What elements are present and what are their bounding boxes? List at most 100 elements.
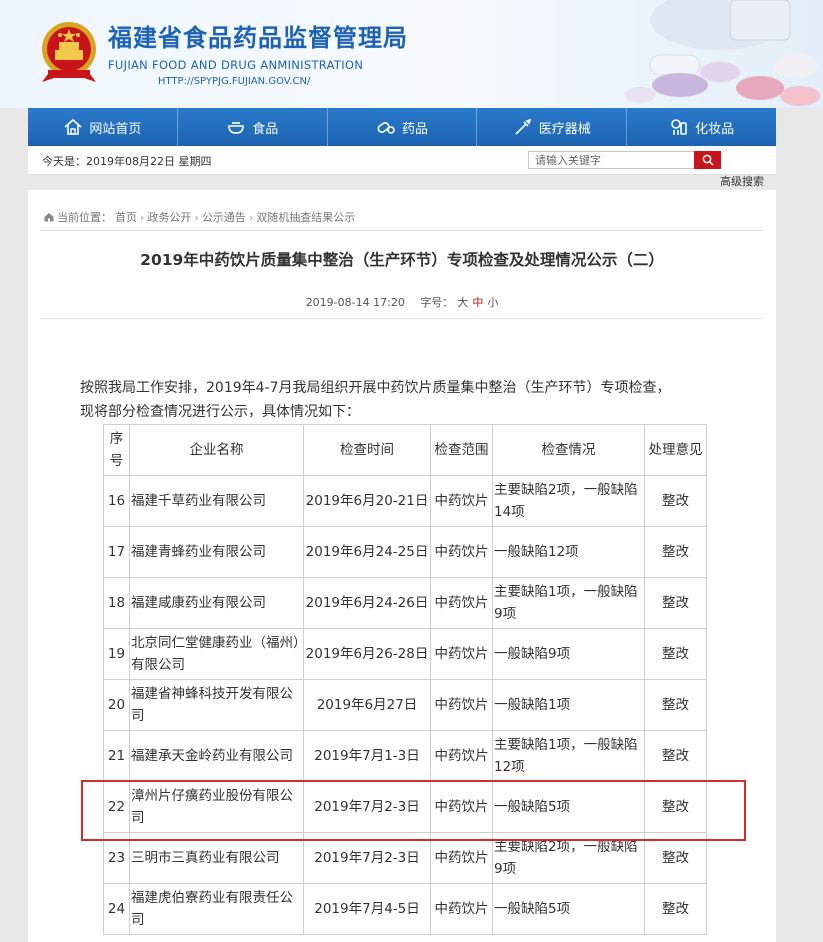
cell-time: 2019年7月2-3日	[303, 781, 431, 833]
nav-label: 药品	[401, 121, 428, 137]
cell-no: 17	[103, 526, 130, 578]
national-emblem-icon	[42, 22, 96, 82]
search-input[interactable]	[528, 151, 706, 169]
cell-findings: 一般缺陷1项	[492, 679, 645, 731]
cell-no: 22	[103, 781, 130, 833]
cell-time: 2019年7月4-5日	[303, 883, 431, 935]
cell-time: 2019年6月26-28日	[303, 628, 431, 680]
col-header-scope: 检查范围	[430, 424, 493, 476]
nav-item-cosmetics[interactable]: 化妆品	[627, 108, 776, 146]
font-size-large[interactable]: 大	[457, 296, 468, 309]
table-row: 21 福建承天金岭药业有限公司 2019年7月1-3日 中药饮片 主要缺陷1项，…	[103, 730, 707, 782]
cell-scope: 中药饮片	[430, 883, 493, 935]
site-header: 福建省食品药品监督管理局 FUJIAN FOOD AND DRUG ANMINI…	[0, 0, 823, 108]
article-panel: 当前位置： 首页 › 政务公开 › 公示通告 › 双随机抽查结果公示 2019年…	[28, 190, 776, 942]
cell-company: 福建千草药业有限公司	[129, 475, 304, 527]
cell-scope: 中药饮片	[430, 832, 493, 884]
intro-paragraph: 按照我局工作安排，2019年4-7月我局组织开展中药饮片质量集中整治（生产环节）…	[80, 376, 740, 400]
col-header-action: 处理意见	[644, 424, 707, 476]
breadcrumb-prefix: 当前位置：	[57, 211, 112, 224]
nav-label: 化妆品	[695, 121, 735, 137]
col-header-company: 企业名称	[129, 424, 304, 476]
cell-company: 福建咸康药业有限公司	[129, 577, 304, 629]
table-header-row: 序号 企业名称 检查时间 检查范围 检查情况 处理意见	[103, 424, 707, 476]
site-title-english: FUJIAN FOOD AND DRUG ANMINISTRATION	[108, 58, 364, 72]
inspection-table: 序号 企业名称 检查时间 检查范围 检查情况 处理意见 16 福建千草药业有限公…	[103, 424, 707, 935]
article-title: 2019年中药饮片质量集中整治（生产环节）专项检查及处理情况公示（二）	[140, 251, 664, 269]
cell-action: 整改	[644, 832, 707, 884]
breadcrumb-gov-affairs[interactable]: 政务公开	[147, 209, 191, 225]
cell-action: 整改	[644, 475, 707, 527]
search-icon	[702, 154, 714, 166]
table-row: 16 福建千草药业有限公司 2019年6月20-21日 中药饮片 主要缺陷2项，…	[103, 475, 707, 527]
cell-action: 整改	[644, 781, 707, 833]
nav-label: 食品	[252, 121, 279, 137]
cell-company: 福建青蜂药业有限公司	[129, 526, 304, 578]
cell-company: 福建承天金岭药业有限公司	[129, 730, 304, 782]
cell-findings: 主要缺陷1项，一般缺陷12项	[492, 730, 645, 782]
date-search-bar: 今天是：2019年08月22日 星期四	[28, 146, 776, 175]
breadcrumb-separator: ›	[248, 210, 254, 224]
syringe-icon	[515, 118, 532, 135]
cell-findings: 一般缺陷9项	[492, 628, 645, 680]
table-row: 18 福建咸康药业有限公司 2019年6月24-26日 中药饮片 主要缺陷1项，…	[103, 577, 707, 629]
cell-time: 2019年6月24-26日	[303, 577, 431, 629]
table-row: 24 福建虎伯寮药业有限责任公司 2019年7月4-5日 中药饮片 一般缺陷5项…	[103, 883, 707, 935]
article-meta: 2019-08-14 17:20 字号：大中小	[28, 294, 776, 310]
cell-findings: 一般缺陷5项	[492, 781, 645, 833]
font-size-medium[interactable]: 中	[472, 296, 483, 309]
cell-findings: 主要缺陷1项，一般缺陷9项	[492, 577, 645, 629]
cell-findings: 一般缺陷5项	[492, 883, 645, 935]
breadcrumb-notices[interactable]: 公示通告	[202, 209, 246, 225]
breadcrumb-separator: ›	[140, 210, 145, 224]
font-size-small[interactable]: 小	[487, 296, 498, 309]
cell-scope: 中药饮片	[430, 577, 493, 629]
nav-item-home[interactable]: 网站首页	[28, 108, 178, 146]
nav-item-medical-devices[interactable]: 医疗器械	[477, 108, 628, 146]
cell-action: 整改	[644, 628, 707, 680]
pills-banner-image	[624, 0, 820, 106]
home-icon	[64, 118, 82, 135]
bowl-icon	[228, 122, 244, 134]
cell-action: 整改	[644, 577, 707, 629]
nav-item-food[interactable]: 食品	[178, 108, 328, 146]
site-title: 福建省食品药品监督管理局	[108, 23, 408, 52]
nav-label: 网站首页	[89, 121, 142, 137]
table-row: 19 北京同仁堂健康药业（福州）有限公司 2019年6月26-28日 中药饮片 …	[103, 628, 707, 680]
table-row: 20 福建省神蜂科技开发有限公司 2019年6月27日 中药饮片 一般缺陷1项 …	[103, 679, 707, 731]
font-size-label: 字号：	[420, 296, 454, 309]
intro-line-1: 按照我局工作安排，2019年4-7月我局组织开展中药饮片质量集中整治（生产环节）…	[80, 380, 671, 396]
cell-scope: 中药饮片	[430, 475, 493, 527]
today-date: 今天是：2019年08月22日 星期四	[42, 155, 212, 168]
cell-findings: 主要缺陷2项，一般缺陷14项	[492, 475, 645, 527]
meta-divider	[40, 318, 764, 319]
breadcrumb-home[interactable]: 首页	[115, 209, 137, 225]
cell-no: 19	[103, 628, 130, 680]
cell-scope: 中药饮片	[430, 526, 493, 578]
breadcrumb-separator: ›	[194, 210, 199, 224]
cell-action: 整改	[644, 883, 707, 935]
cell-company: 福建虎伯寮药业有限责任公司	[129, 883, 304, 935]
col-header-time: 检查时间	[303, 424, 431, 476]
cell-no: 20	[103, 679, 130, 731]
cell-action: 整改	[644, 679, 707, 731]
cell-time: 2019年6月20-21日	[303, 475, 431, 527]
cell-no: 23	[103, 832, 130, 884]
table-row: 17 福建青蜂药业有限公司 2019年6月24-25日 中药饮片 一般缺陷12项…	[103, 526, 707, 578]
nav-item-drugs[interactable]: 药品	[328, 108, 478, 146]
cell-action: 整改	[644, 526, 707, 578]
cell-scope: 中药饮片	[430, 628, 493, 680]
col-header-no: 序号	[103, 424, 130, 476]
cell-no: 21	[103, 730, 130, 782]
cell-company: 漳州片仔癀药业股份有限公司	[129, 781, 304, 833]
cell-time: 2019年6月24-25日	[303, 526, 431, 578]
breadcrumb: 当前位置： 首页 › 政务公开 › 公示通告 › 双随机抽查结果公示	[44, 209, 355, 225]
search-button[interactable]	[694, 151, 721, 169]
cell-time: 2019年7月1-3日	[303, 730, 431, 782]
cell-findings: 一般缺陷12项	[492, 526, 645, 578]
breadcrumb-current[interactable]: 双随机抽查结果公示	[256, 209, 355, 225]
breadcrumb-divider	[40, 230, 764, 231]
cell-company: 三明市三真药业有限公司	[129, 832, 304, 884]
advanced-search-link[interactable]: 高级搜索	[720, 173, 764, 189]
cell-action: 整改	[644, 730, 707, 782]
